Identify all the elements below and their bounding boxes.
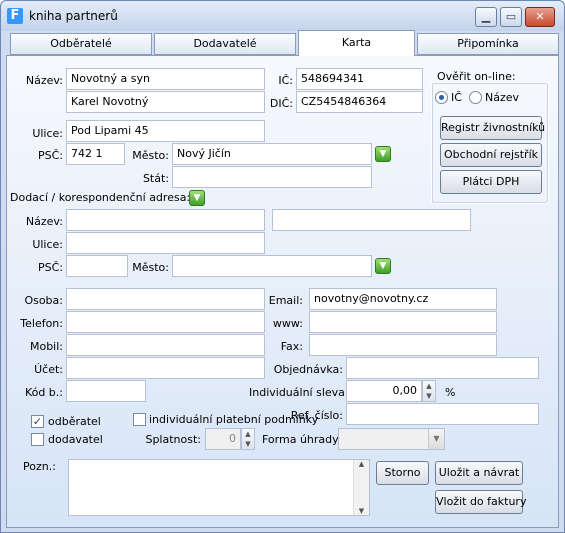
ic-label: IČ: bbox=[278, 74, 293, 87]
telefon-input[interactable] bbox=[66, 311, 265, 333]
scroll-up-icon: ▲ bbox=[358, 460, 365, 468]
splatnost-input[interactable]: 0 bbox=[205, 428, 241, 450]
close-button[interactable]: ✕ bbox=[525, 7, 555, 27]
dic-label: DIČ: bbox=[269, 97, 293, 110]
poznamka-textarea[interactable]: ▲ ▼ bbox=[68, 459, 370, 516]
delivery-mesto-input[interactable] bbox=[172, 255, 372, 277]
splatnost-spinner[interactable]: ▲ ▼ bbox=[241, 428, 255, 450]
tab-karta[interactable]: Karta bbox=[298, 30, 415, 56]
psc-label: PSČ: bbox=[37, 149, 63, 162]
sleva-input[interactable]: 0,00 bbox=[346, 380, 422, 402]
platci-dph-button[interactable]: Plátci DPH bbox=[440, 170, 542, 194]
sleva-unit: % bbox=[445, 386, 456, 399]
odberatel-label: odběratel bbox=[48, 415, 101, 428]
ref-cislo-input[interactable] bbox=[346, 403, 539, 425]
delivery-city-lookup-button[interactable]: ▼ bbox=[375, 258, 391, 274]
title-bar: F kniha partnerů ▁ ▭ ✕ bbox=[1, 1, 564, 31]
ucet-label: Účet: bbox=[34, 363, 63, 376]
indiv-podminky-checkbox[interactable] bbox=[133, 413, 146, 426]
verify-radio-nazev[interactable] bbox=[469, 91, 482, 104]
delivery-psc-label: PSČ: bbox=[37, 261, 63, 274]
kod-banky-label: Kód b.: bbox=[24, 386, 63, 399]
window: F kniha partnerů ▁ ▭ ✕ Odběratelé Dodava… bbox=[0, 0, 565, 533]
dodavatel-label: dodavatel bbox=[48, 433, 103, 446]
delivery-ulice-input[interactable] bbox=[66, 232, 265, 254]
window-title: kniha partnerů bbox=[29, 9, 118, 23]
forma-uhrady-label: Forma úhrady: bbox=[262, 433, 342, 446]
ulice-label: Ulice: bbox=[32, 127, 63, 140]
delivery-mesto-label: Město: bbox=[132, 261, 169, 274]
ic-input[interactable]: 548694341 bbox=[296, 68, 423, 90]
nazev-label: Název: bbox=[25, 74, 63, 87]
verify-radio-ic-label: IČ bbox=[451, 91, 462, 104]
email-input[interactable]: novotny@novotny.cz bbox=[309, 288, 497, 310]
delivery-ulice-label: Ulice: bbox=[32, 238, 63, 251]
tab-dodavatele[interactable]: Dodavatelé bbox=[154, 33, 296, 55]
telefon-label: Telefon: bbox=[20, 317, 63, 330]
sleva-label: Individuální sleva: bbox=[249, 386, 349, 399]
mesto-input[interactable]: Nový Jičín bbox=[172, 143, 372, 165]
www-input[interactable] bbox=[309, 311, 497, 333]
odberatel-checkbox[interactable]: ✓ bbox=[31, 415, 44, 428]
delivery-title: Dodací / korespondenční adresa: bbox=[10, 191, 191, 204]
nazev-input-2[interactable]: Karel Novotný bbox=[66, 91, 265, 113]
app-icon: F bbox=[7, 8, 23, 24]
poznamka-label: Pozn.: bbox=[23, 460, 56, 473]
dic-input[interactable]: CZ5454846364 bbox=[296, 91, 423, 113]
objednavka-label: Objednávka: bbox=[273, 363, 343, 376]
verify-radio-nazev-label: Název bbox=[485, 91, 520, 104]
fax-label: Fax: bbox=[280, 340, 303, 353]
tab-odberatele[interactable]: Odběratelé bbox=[10, 33, 152, 55]
verify-radio-ic[interactable] bbox=[435, 91, 448, 104]
note-scrollbar[interactable]: ▲ ▼ bbox=[353, 460, 369, 515]
stat-label: Stát: bbox=[142, 172, 169, 185]
email-label: Email: bbox=[268, 294, 303, 307]
storno-button[interactable]: Storno bbox=[376, 461, 429, 485]
indiv-podminky-label: individuální platební podmínky bbox=[149, 413, 319, 426]
mesto-label: Město: bbox=[132, 149, 169, 162]
copy-address-button[interactable]: ▼ bbox=[189, 190, 205, 206]
maximize-button[interactable]: ▭ bbox=[500, 7, 522, 27]
mobil-input[interactable] bbox=[66, 334, 265, 356]
psc-input[interactable]: 742 1 bbox=[66, 143, 125, 165]
nazev-input-1[interactable]: Novotný a syn bbox=[66, 68, 265, 90]
delivery-nazev-input-1[interactable] bbox=[66, 209, 265, 231]
city-lookup-button[interactable]: ▼ bbox=[375, 146, 391, 162]
kod-banky-input[interactable] bbox=[66, 380, 146, 402]
ulozit-navrat-button[interactable]: Uložit a návrat bbox=[435, 461, 523, 485]
splatnost-label: Splatnost: bbox=[145, 433, 201, 446]
minimize-button[interactable]: ▁ bbox=[475, 7, 497, 27]
objednavka-input[interactable] bbox=[346, 357, 539, 379]
sleva-spinner[interactable]: ▲ ▼ bbox=[422, 380, 436, 402]
stat-input[interactable] bbox=[172, 166, 372, 188]
registr-zivnostniku-button[interactable]: Registr živnostníků bbox=[440, 116, 545, 140]
osoba-label: Osoba: bbox=[24, 294, 63, 307]
tab-pripominka[interactable]: Připomínka bbox=[417, 33, 559, 55]
delivery-nazev-label: Název: bbox=[25, 215, 63, 228]
chevron-down-icon: ▼ bbox=[428, 429, 444, 449]
scroll-down-icon: ▼ bbox=[358, 507, 365, 515]
fax-input[interactable] bbox=[309, 334, 497, 356]
osoba-input[interactable] bbox=[66, 288, 265, 310]
obchodni-rejstrik-button[interactable]: Obchodní rejstřík bbox=[440, 143, 542, 167]
www-label: www: bbox=[272, 317, 303, 330]
mobil-label: Mobil: bbox=[29, 340, 63, 353]
delivery-nazev-input-2[interactable] bbox=[272, 209, 471, 231]
dodavatel-checkbox[interactable] bbox=[31, 433, 44, 446]
vlozit-do-faktury-button[interactable]: Vložit do faktury bbox=[435, 490, 526, 514]
ulice-input[interactable]: Pod Lipami 45 bbox=[66, 120, 265, 142]
ucet-input[interactable] bbox=[66, 357, 265, 379]
forma-uhrady-select[interactable]: ▼ bbox=[338, 428, 445, 450]
delivery-psc-input[interactable] bbox=[66, 255, 128, 277]
